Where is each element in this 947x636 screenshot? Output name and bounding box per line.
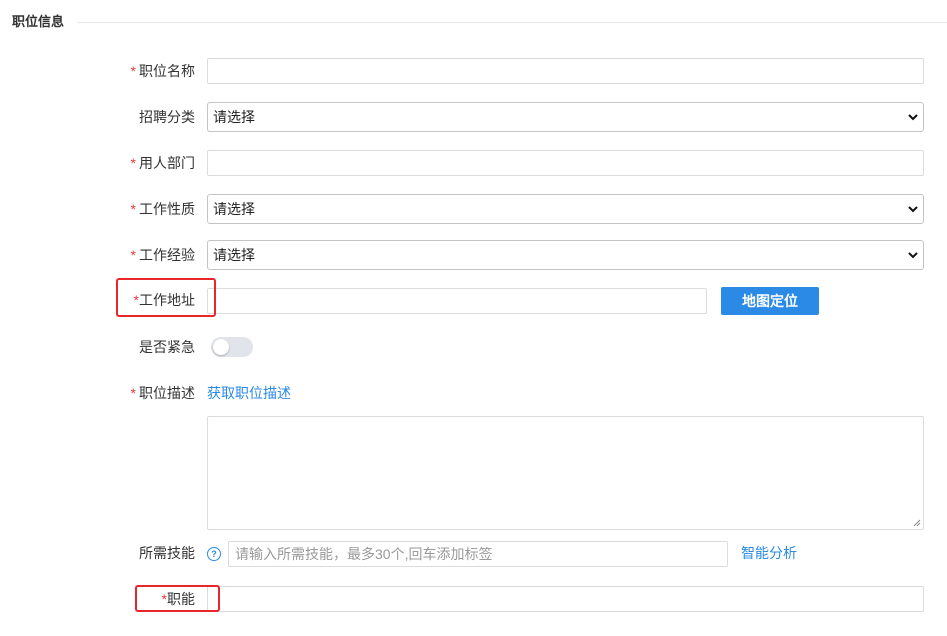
address-highlight-box xyxy=(116,278,216,317)
function-highlight-box xyxy=(135,585,220,612)
description-label: * 职位描述 xyxy=(0,383,195,403)
experience-selected-value: 请选择 xyxy=(213,247,255,263)
urgent-toggle[interactable] xyxy=(211,337,253,357)
skills-label: 所需技能 xyxy=(0,543,195,563)
required-mark: * xyxy=(130,385,136,401)
job-name-label: * 职位名称 xyxy=(0,61,195,81)
get-description-link[interactable]: 获取职位描述 xyxy=(207,383,291,403)
help-icon[interactable]: ? xyxy=(207,547,221,561)
map-locate-button[interactable]: 地图定位 xyxy=(721,287,819,315)
address-input[interactable] xyxy=(207,288,707,314)
urgent-label: 是否紧急 xyxy=(0,337,195,357)
job-name-label-text: 职位名称 xyxy=(139,63,195,79)
department-input[interactable] xyxy=(207,150,924,176)
urgent-label-text: 是否紧急 xyxy=(139,339,195,355)
chevron-down-icon xyxy=(908,252,918,259)
skills-label-text: 所需技能 xyxy=(139,545,195,561)
required-mark: * xyxy=(130,201,136,217)
job-nature-select[interactable]: 请选择 xyxy=(207,194,924,224)
experience-select[interactable]: 请选择 xyxy=(207,240,924,270)
job-nature-label-text: 工作性质 xyxy=(139,201,195,217)
required-mark: * xyxy=(130,247,136,263)
description-textarea[interactable] xyxy=(207,416,924,530)
category-select[interactable]: 请选择 xyxy=(207,102,924,132)
resize-handle-icon[interactable] xyxy=(913,519,921,527)
required-mark: * xyxy=(130,63,136,79)
chevron-down-icon xyxy=(908,114,918,121)
job-nature-selected-value: 请选择 xyxy=(213,201,255,217)
experience-label: * 工作经验 xyxy=(0,245,195,265)
job-nature-label: * 工作性质 xyxy=(0,199,195,219)
required-mark: * xyxy=(130,155,136,171)
department-label-text: 用人部门 xyxy=(139,155,195,171)
department-label: * 用人部门 xyxy=(0,153,195,173)
category-label: 招聘分类 xyxy=(0,107,195,127)
description-label-text: 职位描述 xyxy=(139,385,195,401)
smart-analysis-link[interactable]: 智能分析 xyxy=(741,543,797,563)
function-input[interactable] xyxy=(207,586,924,612)
category-label-text: 招聘分类 xyxy=(139,109,195,125)
toggle-knob xyxy=(213,339,229,355)
job-name-input[interactable] xyxy=(207,58,924,84)
chevron-down-icon xyxy=(908,206,918,213)
skills-input[interactable]: 请输入所需技能，最多30个,回车添加标签 xyxy=(228,541,728,567)
category-selected-value: 请选择 xyxy=(213,109,255,125)
section-divider xyxy=(78,22,947,23)
experience-label-text: 工作经验 xyxy=(139,247,195,263)
section-title: 职位信息 xyxy=(12,14,65,29)
